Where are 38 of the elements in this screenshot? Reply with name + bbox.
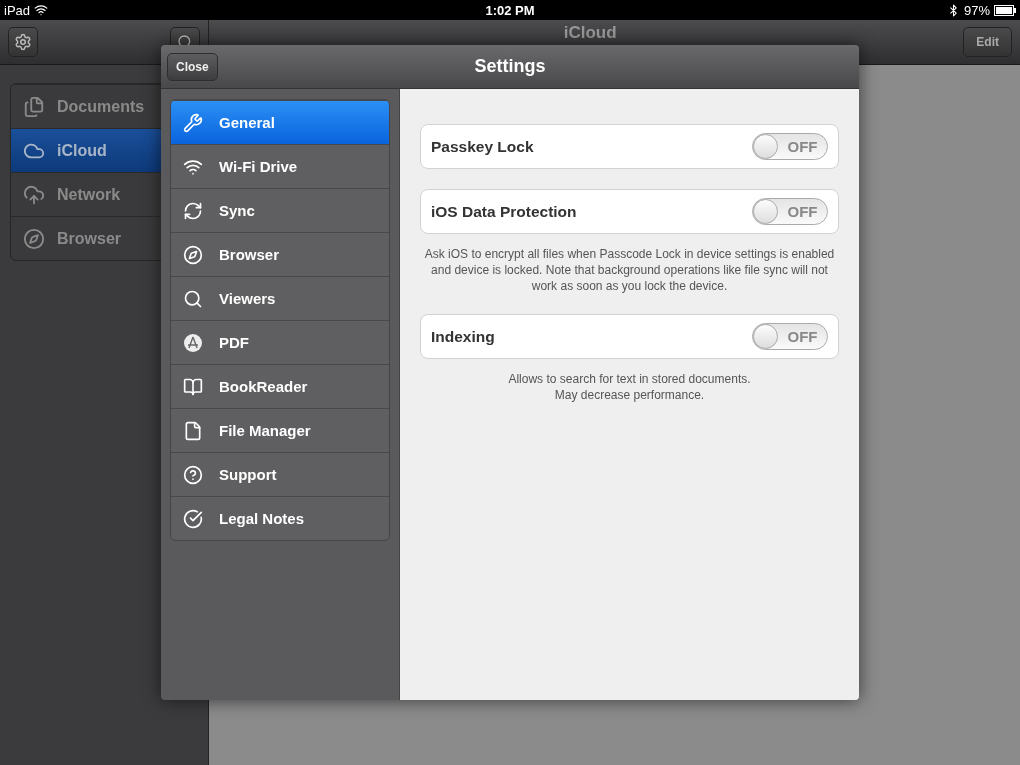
edit-button[interactable]: Edit <box>963 27 1012 57</box>
menu-item[interactable]: Legal Notes <box>171 496 389 540</box>
clock: 1:02 PM <box>485 2 535 18</box>
wrench-icon <box>183 112 203 133</box>
menu-item[interactable]: File Manager <box>171 408 389 452</box>
bluetooth-icon <box>947 3 960 17</box>
setting-note: Ask iOS to encrypt all files when Passcode Lock in device settings is enabled and device is locked. Note that background operations like file sync will not work as soon as you lock the device. <box>423 246 836 294</box>
close-button[interactable]: Close <box>167 52 218 81</box>
wifi-icon <box>34 3 49 17</box>
setting-label: iOS Data Protection <box>431 202 577 221</box>
sync-icon <box>183 200 203 221</box>
help-icon <box>183 464 203 485</box>
settings-button[interactable] <box>8 27 38 57</box>
view-title: iCloud <box>562 22 618 43</box>
file-icon <box>183 420 203 441</box>
setting-label: Indexing <box>431 327 495 346</box>
cloud-upload-icon <box>23 183 45 206</box>
setting-label: Passkey Lock <box>431 137 534 156</box>
menu-item[interactable]: Browser <box>171 232 389 276</box>
menu-item[interactable]: BookReader <box>171 364 389 408</box>
menu-item[interactable]: PDF <box>171 320 389 364</box>
battery-icon <box>994 4 1016 16</box>
device-name: iPad <box>4 2 31 18</box>
setting-note: Allows to search for text in stored documents. May decrease performance. <box>507 371 752 403</box>
check-icon <box>183 508 203 529</box>
battery-percent: 97% <box>964 2 990 18</box>
menu-item[interactable]: Support <box>171 452 389 496</box>
compass-icon <box>23 227 45 250</box>
book-icon <box>183 376 203 397</box>
menu-item[interactable]: General <box>171 100 389 144</box>
settings-icon <box>14 33 32 51</box>
compass-icon <box>183 244 203 265</box>
menu-item[interactable]: Wi-Fi Drive <box>171 144 389 188</box>
pdf-icon <box>183 332 203 353</box>
menu-item[interactable]: Viewers <box>171 276 389 320</box>
menu-item[interactable]: Sync <box>171 188 389 232</box>
dialog-title: Settings <box>474 56 546 77</box>
documents-icon <box>23 95 45 118</box>
